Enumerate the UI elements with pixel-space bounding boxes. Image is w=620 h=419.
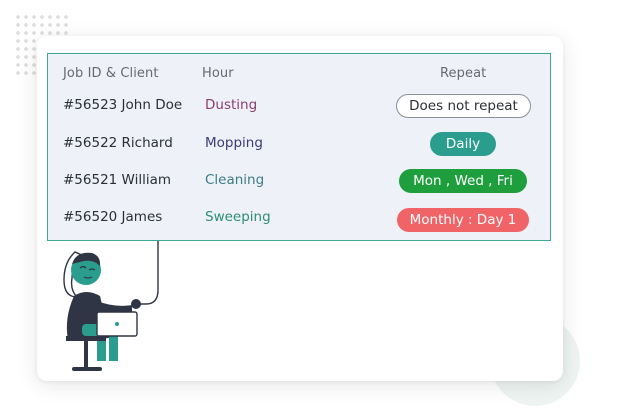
header-repeat: Repeat	[440, 66, 487, 81]
row-1-repeat-badge[interactable]: Does not repeat	[396, 94, 531, 118]
header-hour: Hour	[202, 66, 234, 81]
row-2-task: Mopping	[205, 135, 263, 151]
header-job-client: Job ID & Client	[63, 66, 159, 81]
row-3-job: #56521 William	[63, 172, 172, 188]
row-2-repeat-badge[interactable]: Daily	[430, 132, 496, 156]
row-3-repeat-badge[interactable]: Mon , Wed , Fri	[399, 169, 527, 193]
row-4-job: #56520 James	[63, 209, 163, 225]
scene: Job ID & Client Hour Repeat #56523 John …	[0, 0, 620, 419]
row-2-job: #56522 Richard	[63, 135, 173, 151]
row-1-job: #56523 John Doe	[63, 97, 183, 113]
jobs-table: Job ID & Client Hour Repeat #56523 John …	[47, 53, 551, 241]
row-4-task: Sweeping	[205, 209, 271, 225]
row-3-task: Cleaning	[205, 172, 265, 188]
row-1-task: Dusting	[205, 97, 258, 113]
row-4-repeat-badge[interactable]: Monthly : Day 1	[397, 208, 529, 232]
